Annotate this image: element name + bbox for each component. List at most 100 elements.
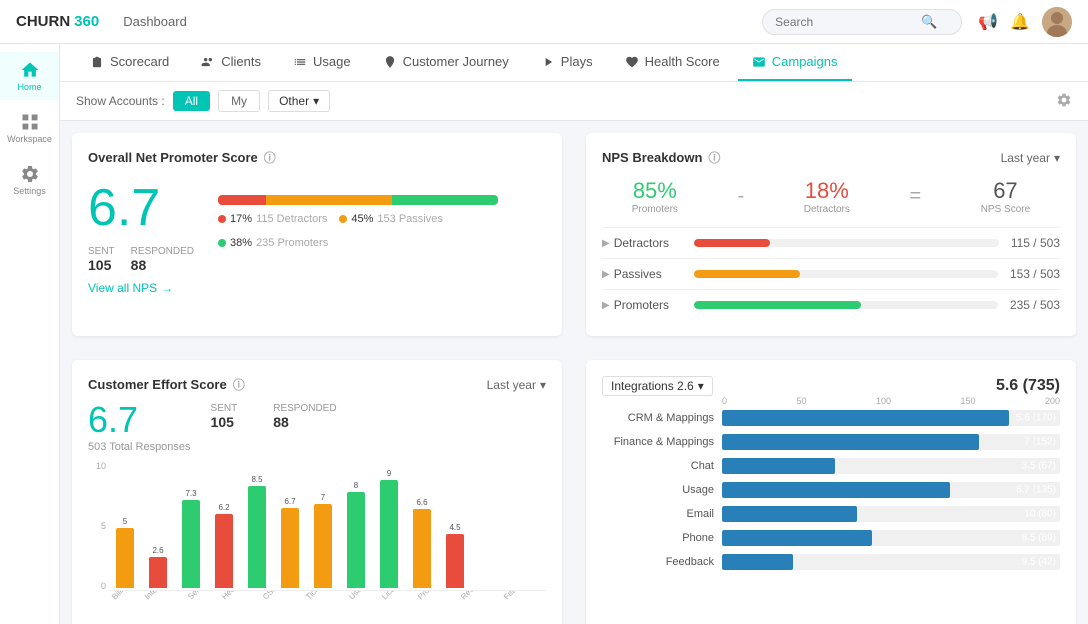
avatar[interactable]: [1042, 7, 1072, 37]
filter-settings-icon[interactable]: [1056, 92, 1072, 111]
bar-value-label: 9: [387, 469, 391, 478]
breakdown-count: 153 / 503: [1010, 267, 1060, 281]
h-bar-value: 10 (80): [1024, 509, 1056, 520]
notification-icon[interactable]: 🔔: [1010, 12, 1030, 32]
sent-value: 105: [88, 257, 115, 273]
bar-col: [149, 557, 167, 588]
tab-scorecard[interactable]: Scorecard: [76, 44, 183, 81]
search-input[interactable]: [775, 15, 915, 29]
ces-period-selector[interactable]: Last year ▾: [487, 378, 546, 392]
axis-label: 150: [960, 396, 975, 406]
integrations-header: Integrations 2.6 ▾ 5.6 (735): [602, 376, 1060, 396]
ces-info-icon[interactable]: ⓘ: [233, 376, 245, 393]
breakdown-row: ▶ Promoters 235 / 503: [602, 289, 1060, 320]
nps-row: Overall Net Promoter Score ⓘ 6.7 SENT 10…: [60, 121, 1088, 348]
h-bar-label: Phone: [602, 532, 722, 544]
bar-yellow: [266, 195, 392, 205]
h-bar-row: Chat 3.5 (67): [602, 458, 1060, 474]
breakdown-bar-wrap: [694, 301, 998, 309]
integrations-score: 5.6 (735): [996, 377, 1060, 395]
bar-green: [392, 195, 498, 205]
h-bar-fill: [722, 434, 979, 450]
breakdown-row-label[interactable]: ▶ Detractors: [602, 236, 682, 250]
bar-x-label: Services: [186, 591, 225, 612]
bar-x-label: Integrations: [143, 591, 188, 612]
sidebar-item-home[interactable]: Home: [0, 52, 59, 100]
bar-col: [116, 528, 134, 588]
sidebar-label-home: Home: [17, 82, 41, 92]
h-bar-label: Finance & Mappings: [602, 436, 722, 448]
tab-customer-journey[interactable]: Customer Journey: [369, 44, 523, 81]
breakdown-chevron-icon: ▶: [602, 269, 610, 280]
h-bar-value: 3.5 (67): [1022, 461, 1056, 472]
chevron-down-icon: ▾: [313, 94, 319, 108]
tab-health-score-label: Health Score: [645, 54, 720, 69]
other-dropdown[interactable]: Other ▾: [268, 90, 330, 112]
overall-nps-card: Overall Net Promoter Score ⓘ 6.7 SENT 10…: [72, 133, 562, 336]
period-selector[interactable]: Last year ▾: [1001, 151, 1060, 165]
nps-info-icon[interactable]: ⓘ: [264, 149, 276, 166]
h-bar-row: CRM & Mappings 5.6 (170): [602, 410, 1060, 426]
tab-campaigns-label: Campaigns: [772, 54, 838, 69]
breakdown-count: 115 / 503: [1011, 236, 1060, 250]
sidebar-item-workspace[interactable]: Workspace: [0, 104, 59, 152]
integrations-chevron-icon: ▾: [698, 379, 704, 393]
h-bar-row: Feedback 9.5 (42): [602, 554, 1060, 570]
bar-x-label: Healthcare: [220, 591, 264, 612]
ces-bar-group: 6.7: [275, 497, 305, 588]
axis-label: 200: [1045, 396, 1060, 406]
search-icon: 🔍: [921, 14, 937, 30]
bar-value-label: 7: [321, 493, 325, 502]
nps-breakdown-card: NPS Breakdown ⓘ Last year ▾ 85% Promoter…: [586, 133, 1076, 336]
breakdown-bar-wrap: [694, 239, 999, 247]
ces-bar-group: 9: [374, 469, 404, 588]
minus-op: -: [737, 185, 744, 208]
promoters-pct: 85%: [632, 178, 678, 204]
tab-plays[interactable]: Plays: [527, 44, 607, 81]
h-bar-wrap: 6.7 (135): [722, 482, 1060, 498]
logo-churn: CHURN: [16, 13, 70, 30]
ces-sent-label: SENT: [211, 403, 238, 414]
breakdown-row-label[interactable]: ▶ Promoters: [602, 298, 682, 312]
sidebar-label-settings: Settings: [13, 186, 46, 196]
logo-360: 360: [74, 13, 99, 30]
h-bar-wrap: 3.5 (67): [722, 458, 1060, 474]
announcement-icon[interactable]: 📢: [978, 12, 998, 32]
btn-all[interactable]: All: [173, 91, 210, 111]
period-chevron-icon: ▾: [1054, 151, 1060, 165]
tab-campaigns[interactable]: Campaigns: [738, 44, 852, 81]
ces-bar-group: 8: [341, 481, 371, 588]
nps-score-formula: 67: [981, 178, 1030, 204]
breakdown-row-label[interactable]: ▶ Passives: [602, 267, 682, 281]
search-bar[interactable]: 🔍: [762, 9, 962, 35]
h-bar-fill: [722, 458, 835, 474]
view-all-nps[interactable]: View all NPS →: [88, 273, 546, 299]
tab-customer-journey-label: Customer Journey: [403, 54, 509, 69]
breakdown-info-icon[interactable]: ⓘ: [708, 149, 720, 166]
ces-bar-group: 6.2: [209, 503, 239, 588]
tab-scorecard-label: Scorecard: [110, 54, 169, 69]
breakdown-bar-fill: [694, 270, 800, 278]
bar-col: [380, 480, 398, 588]
h-bar-label: Chat: [602, 460, 722, 472]
tab-clients[interactable]: Clients: [187, 44, 275, 81]
integrations-select[interactable]: Integrations 2.6 ▾: [602, 376, 713, 396]
btn-my[interactable]: My: [218, 90, 260, 112]
axis-label: 100: [876, 396, 891, 406]
tab-health-score[interactable]: Health Score: [611, 44, 734, 81]
bar-value-label: 6.2: [218, 503, 229, 512]
overall-nps-title: Overall Net Promoter Score ⓘ: [88, 149, 546, 166]
top-nav: CHURN360 Dashboard 🔍 📢 🔔: [0, 0, 1088, 44]
bar-value-label: 4.5: [449, 523, 460, 532]
tab-clients-label: Clients: [221, 54, 261, 69]
main-content: Scorecard Clients Usage Customer Journey…: [60, 44, 1088, 624]
tab-usage-label: Usage: [313, 54, 351, 69]
h-bar-row: Phone 8.5 (89): [602, 530, 1060, 546]
legend-detractors-pct: 17%: [230, 213, 252, 225]
bar-value-label: 7.3: [185, 489, 196, 498]
ces-bar-group: 5: [110, 517, 140, 588]
other-dropdown-label: Other: [279, 94, 309, 108]
tab-usage[interactable]: Usage: [279, 44, 365, 81]
sidebar-item-settings[interactable]: Settings: [0, 156, 59, 204]
bar-value-label: 6.7: [284, 497, 295, 506]
